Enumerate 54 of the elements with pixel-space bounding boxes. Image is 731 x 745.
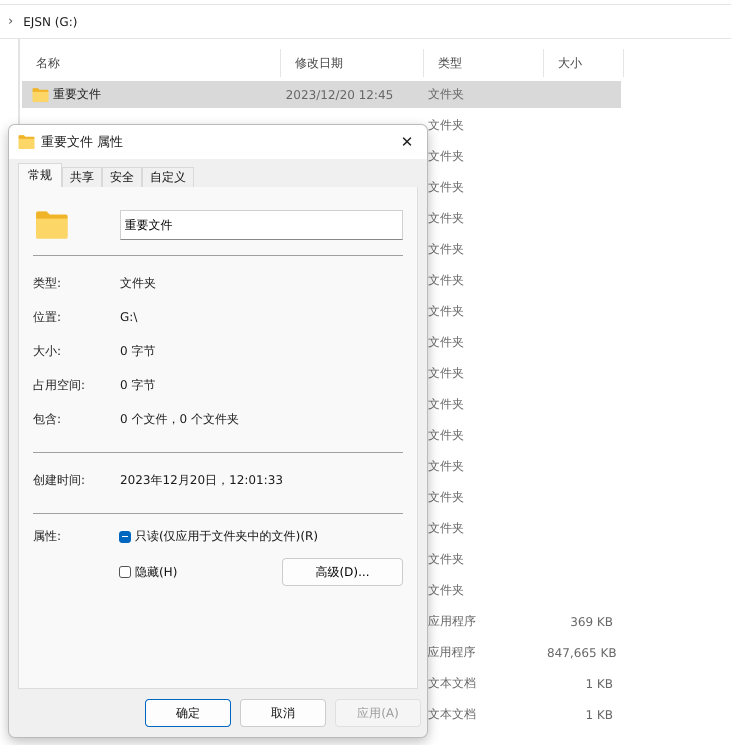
breadcrumb-item[interactable]: EJSN (G:) xyxy=(23,14,78,28)
expand-caret[interactable]: › xyxy=(8,14,14,29)
column-header[interactable]: 类型 xyxy=(424,49,544,77)
checkbox[interactable] xyxy=(119,566,131,578)
file-type: 文本文档 xyxy=(428,707,476,721)
folder-icon xyxy=(32,88,49,102)
file-type: 文本文档 xyxy=(428,676,476,690)
file-type: 文件夹 xyxy=(428,397,464,411)
column-header[interactable]: 名称 xyxy=(22,49,281,77)
file-name: 重要文件 xyxy=(53,86,101,103)
file-type: 应用程序 xyxy=(428,645,476,659)
property-label: 大小: xyxy=(33,342,62,360)
file-type: 文件夹 xyxy=(428,583,464,597)
file-size: 1 KB xyxy=(585,708,614,722)
property-label: 创建时间: xyxy=(33,472,86,488)
tab[interactable]: 常规 xyxy=(18,163,62,187)
column-header[interactable]: 大小 xyxy=(544,49,624,77)
property-value: 0 个文件，0 个文件夹 xyxy=(120,410,239,428)
file-row[interactable]: 重要文件 2023/12/20 12:45 文件夹 xyxy=(22,81,621,108)
file-type: 文件夹 xyxy=(428,242,464,256)
property-value: 2023年12月20日，12:01:33 xyxy=(120,472,283,488)
folder-icon xyxy=(18,135,35,149)
dialog-button[interactable]: 确定 xyxy=(145,699,231,727)
property-value: 0 字节 xyxy=(120,376,156,394)
close-button[interactable]: ✕ xyxy=(387,127,427,157)
advanced-button[interactable]: 高级(D)... xyxy=(282,558,403,586)
dialog-title: 重要文件 属性 xyxy=(41,134,124,151)
property-value: G:\ xyxy=(120,310,138,324)
file-type: 文件夹 xyxy=(428,149,464,163)
modified-date: 2023/12/20 12:45 xyxy=(286,88,394,102)
name-field[interactable]: 重要文件 xyxy=(120,210,403,240)
property-value: 文件夹 xyxy=(120,274,156,292)
file-size: 847,665 KB xyxy=(547,646,617,660)
property-label: 位置: xyxy=(33,308,62,326)
property-label: 类型: xyxy=(33,274,62,292)
checkbox-label[interactable]: 隐藏(H) xyxy=(135,564,178,580)
file-type: 文件夹 xyxy=(428,118,464,132)
property-label: 属性: xyxy=(33,528,62,545)
dialog-button[interactable]: 取消 xyxy=(240,699,326,727)
property-value: 0 字节 xyxy=(120,342,156,360)
checkbox[interactable] xyxy=(119,530,131,542)
tab[interactable]: 自定义 xyxy=(142,167,194,187)
column-header[interactable]: 修改日期 xyxy=(281,49,424,77)
checkbox-label[interactable]: 只读(仅应用于文件夹中的文件)(R) xyxy=(135,528,318,545)
file-type: 应用程序 xyxy=(428,614,476,628)
folder-icon xyxy=(35,209,69,241)
property-label: 占用空间: xyxy=(33,376,86,394)
file-type: 文件夹 xyxy=(428,490,464,504)
property-label: 包含: xyxy=(33,410,62,428)
tab[interactable]: 安全 xyxy=(102,167,142,187)
file-size: 1 KB xyxy=(585,676,614,690)
file-type: 文件夹 xyxy=(428,87,464,101)
file-size: 369 KB xyxy=(570,614,614,628)
tab[interactable]: 共享 xyxy=(62,167,102,187)
